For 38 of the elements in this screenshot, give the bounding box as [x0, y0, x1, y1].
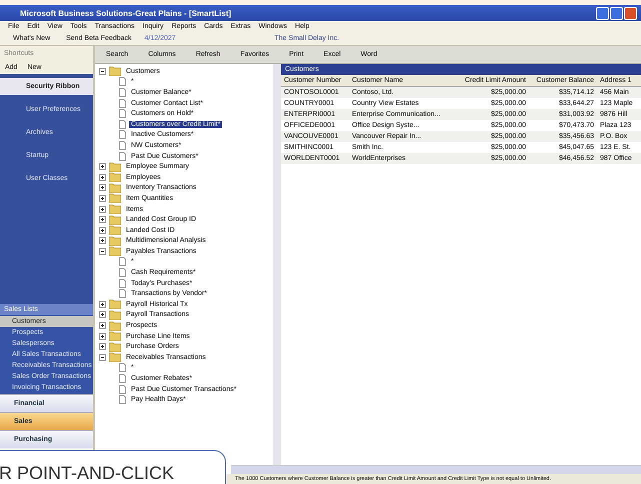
expander-icon[interactable]: [99, 322, 106, 330]
horizontal-scrollbar[interactable]: [231, 465, 641, 474]
expander-icon[interactable]: [99, 174, 106, 181]
expander-icon[interactable]: [99, 216, 106, 224]
minimize-button[interactable]: [596, 6, 609, 20]
expander-icon[interactable]: [99, 206, 106, 213]
folder-icon: [109, 172, 121, 182]
close-button[interactable]: [624, 6, 637, 20]
expander-icon[interactable]: [99, 237, 106, 244]
folder-icon: [109, 193, 121, 204]
expander-icon[interactable]: [99, 300, 106, 308]
folder-icon: [109, 204, 121, 214]
expander-icon[interactable]: [99, 194, 106, 202]
window-title: Microsoft Business Solutions-Great Plains - [SmartList]: [20, 8, 232, 18]
expander-icon[interactable]: [99, 163, 106, 170]
maximize-button[interactable]: [610, 6, 623, 20]
folder-icon: [109, 342, 121, 352]
expander-icon[interactable]: [99, 248, 106, 255]
folder-icon: [109, 66, 121, 76]
expander-icon[interactable]: [99, 332, 106, 340]
expander-icon[interactable]: [99, 343, 106, 350]
folder-icon: [109, 331, 121, 342]
folder-icon: [109, 162, 121, 172]
folder-icon: [109, 236, 121, 246]
folder-icon: [109, 214, 121, 225]
folder-icon: [109, 299, 121, 310]
folder-icon: [109, 246, 121, 256]
expander-icon[interactable]: [99, 68, 106, 75]
folder-icon: [109, 225, 121, 236]
expander-icon[interactable]: [99, 311, 106, 318]
folder-icon: [109, 310, 121, 320]
folder-icon: [109, 182, 121, 193]
folder-icon: [109, 320, 121, 331]
expander-icon[interactable]: [99, 184, 106, 192]
expander-icon[interactable]: [99, 354, 106, 361]
callout-text: R POINT-AND-CLICK: [0, 463, 174, 483]
expander-icon[interactable]: [99, 226, 106, 234]
folder-icon: [109, 352, 121, 362]
